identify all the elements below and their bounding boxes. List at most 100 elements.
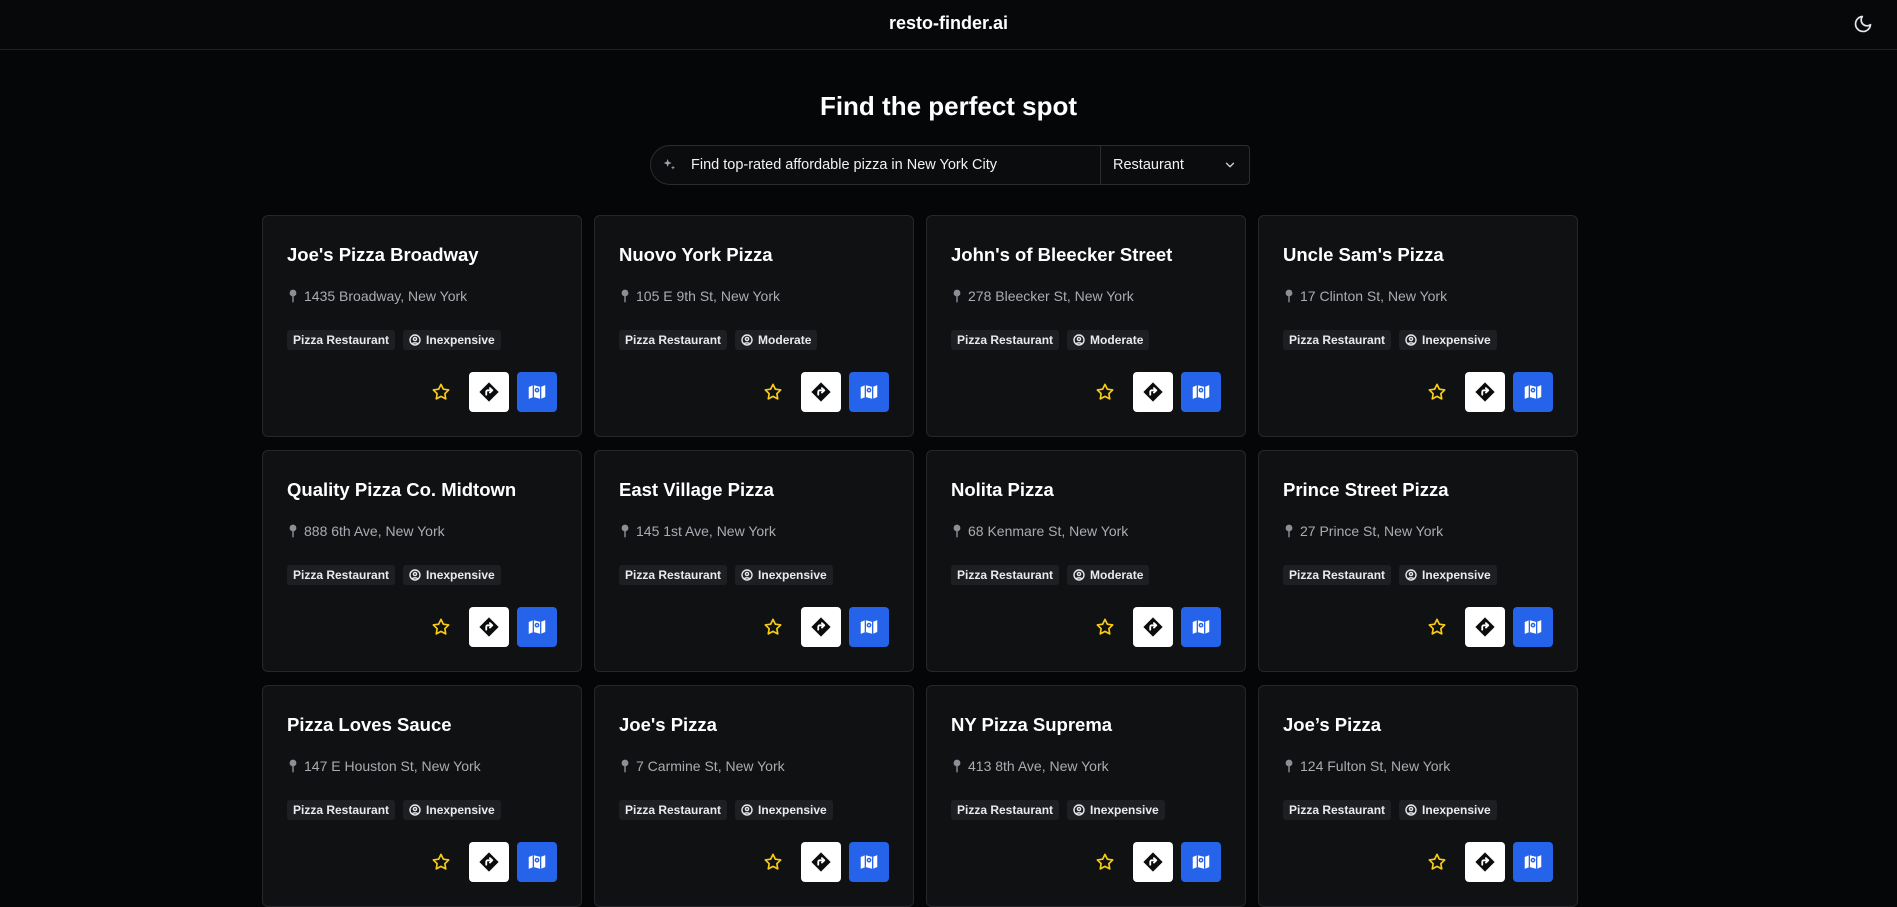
star-icon: [1428, 853, 1446, 870]
favorite-button[interactable]: [423, 607, 459, 647]
map-button[interactable]: [849, 842, 889, 882]
map-button[interactable]: [849, 607, 889, 647]
favorite-button[interactable]: [755, 842, 791, 882]
favorite-button[interactable]: [1087, 372, 1123, 412]
chevron-down-icon: [1225, 162, 1235, 168]
map-pin-icon: [621, 759, 629, 773]
price-badge: Inexpensive: [1399, 800, 1497, 820]
directions-button[interactable]: [1465, 372, 1505, 412]
map-button[interactable]: [517, 607, 557, 647]
restaurant-card: John's of Bleecker Street 278 Bleecker S…: [926, 215, 1246, 437]
tag-list: Pizza Restaurant Moderate: [951, 330, 1150, 350]
category-text: Pizza Restaurant: [957, 568, 1054, 582]
star-icon: [432, 853, 450, 870]
directions-button[interactable]: [1465, 842, 1505, 882]
search-input[interactable]: [691, 157, 1100, 173]
category-badge: Pizza Restaurant: [287, 330, 396, 350]
map-pin-icon: [953, 759, 961, 773]
price-badge: Inexpensive: [735, 800, 833, 820]
price-text: Inexpensive: [758, 803, 827, 817]
card-actions: [1419, 607, 1553, 647]
favorite-button[interactable]: [755, 372, 791, 412]
category-text: Pizza Restaurant: [293, 568, 390, 582]
map-icon: [528, 855, 546, 869]
page-title: Find the perfect spot: [819, 91, 1078, 121]
star-icon: [432, 618, 450, 635]
directions-button[interactable]: [469, 607, 509, 647]
map-button[interactable]: [517, 372, 557, 412]
address-text: 413 8th Ave, New York: [968, 758, 1109, 774]
favorite-button[interactable]: [423, 372, 459, 412]
directions-button[interactable]: [801, 607, 841, 647]
star-icon: [1096, 853, 1114, 870]
category-text: Pizza Restaurant: [293, 333, 390, 347]
map-pin-icon: [1285, 759, 1293, 773]
directions-button[interactable]: [469, 372, 509, 412]
directions-button[interactable]: [1133, 372, 1173, 412]
favorite-button[interactable]: [1087, 607, 1123, 647]
category-badge: Pizza Restaurant: [619, 565, 728, 585]
type-select[interactable]: Restaurant: [1100, 145, 1250, 185]
price-badge: Inexpensive: [1067, 800, 1165, 820]
theme-toggle-button[interactable]: [1851, 12, 1875, 36]
directions-button[interactable]: [801, 372, 841, 412]
restaurant-card: Uncle Sam's Pizza 17 Clinton St, New Yor…: [1258, 215, 1578, 437]
map-button[interactable]: [1513, 372, 1553, 412]
directions-button[interactable]: [1465, 607, 1505, 647]
restaurant-name: Joe's Pizza Broadway: [287, 244, 479, 265]
restaurant-card: Quality Pizza Co. Midtown 888 6th Ave, N…: [262, 450, 582, 672]
restaurant-card: Joe’s Pizza 124 Fulton St, New York Pizz…: [1258, 685, 1578, 907]
category-text: Pizza Restaurant: [957, 333, 1054, 347]
restaurant-address: 105 E 9th St, New York: [620, 288, 780, 304]
restaurant-address: 27 Prince St, New York: [1284, 523, 1443, 539]
category-text: Pizza Restaurant: [957, 803, 1054, 817]
restaurant-address: 1435 Broadway, New York: [288, 288, 467, 304]
price-level-icon: [1073, 334, 1085, 346]
map-button[interactable]: [1513, 607, 1553, 647]
price-text: Inexpensive: [1422, 333, 1491, 347]
map-button[interactable]: [1181, 607, 1221, 647]
tag-list: Pizza Restaurant Inexpensive: [619, 800, 833, 820]
price-text: Moderate: [1090, 568, 1144, 582]
favorite-button[interactable]: [1419, 842, 1455, 882]
card-actions: [755, 842, 889, 882]
directions-icon: [1475, 617, 1495, 637]
map-button[interactable]: [517, 842, 557, 882]
category-badge: Pizza Restaurant: [287, 565, 396, 585]
directions-button[interactable]: [1133, 842, 1173, 882]
favorite-button[interactable]: [1419, 372, 1455, 412]
category-text: Pizza Restaurant: [1289, 333, 1386, 347]
favorite-button[interactable]: [1087, 842, 1123, 882]
favorite-button[interactable]: [1419, 607, 1455, 647]
directions-button[interactable]: [801, 842, 841, 882]
favorite-button[interactable]: [423, 842, 459, 882]
tag-list: Pizza Restaurant Inexpensive: [619, 565, 833, 585]
star-icon: [1096, 383, 1114, 400]
restaurant-name: Prince Street Pizza: [1283, 479, 1449, 500]
directions-button[interactable]: [469, 842, 509, 882]
directions-button[interactable]: [1133, 607, 1173, 647]
card-actions: [1419, 372, 1553, 412]
map-button[interactable]: [1513, 842, 1553, 882]
address-text: 1435 Broadway, New York: [304, 288, 468, 304]
card-actions: [1087, 607, 1221, 647]
category-text: Pizza Restaurant: [625, 333, 722, 347]
favorite-button[interactable]: [755, 607, 791, 647]
price-level-icon: [1405, 569, 1417, 581]
address-text: 147 E Houston St, New York: [304, 758, 481, 774]
price-text: Moderate: [1090, 333, 1144, 347]
directions-icon: [1475, 852, 1495, 872]
map-icon: [1192, 855, 1210, 869]
price-text: Inexpensive: [1422, 803, 1491, 817]
address-text: 7 Carmine St, New York: [636, 758, 785, 774]
map-button[interactable]: [1181, 372, 1221, 412]
directions-icon: [1143, 382, 1163, 402]
restaurant-card: Pizza Loves Sauce 147 E Houston St, New …: [262, 685, 582, 907]
directions-icon: [1143, 617, 1163, 637]
map-button[interactable]: [1181, 842, 1221, 882]
restaurant-card: East Village Pizza 145 1st Ave, New York…: [594, 450, 914, 672]
map-pin-icon: [621, 524, 629, 538]
map-button[interactable]: [849, 372, 889, 412]
tag-list: Pizza Restaurant Moderate: [951, 565, 1150, 585]
category-text: Pizza Restaurant: [1289, 568, 1386, 582]
